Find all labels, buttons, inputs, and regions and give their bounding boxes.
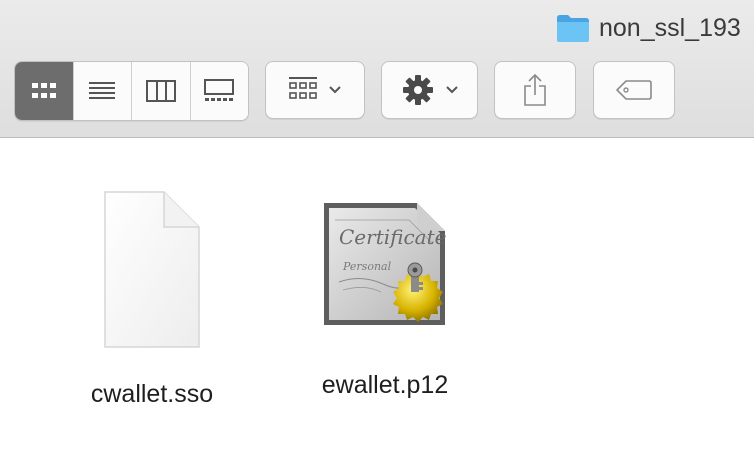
tag-icon bbox=[616, 80, 652, 100]
generic-document-icon bbox=[104, 191, 200, 348]
file-item[interactable]: cwallet.sso bbox=[62, 190, 242, 409]
file-name: ewallet.p12 bbox=[321, 371, 449, 399]
certificate-icon: Certificate Personal bbox=[324, 203, 446, 325]
gallery-view-button[interactable] bbox=[190, 62, 248, 120]
list-view-button[interactable] bbox=[73, 62, 132, 120]
group-grid-icon bbox=[289, 77, 317, 99]
toolbar: non_ssl_193 bbox=[0, 0, 754, 138]
view-mode-segmented-control bbox=[14, 61, 249, 121]
file-name: cwallet.sso bbox=[90, 380, 214, 408]
columns-icon bbox=[145, 80, 176, 102]
list-lines-icon bbox=[89, 82, 116, 99]
tags-button[interactable] bbox=[593, 61, 675, 119]
window-title: non_ssl_193 bbox=[556, 8, 741, 48]
certificate-subtitle-text: Personal bbox=[342, 260, 392, 273]
gallery-icon bbox=[204, 79, 235, 101]
folder-icon bbox=[557, 15, 589, 42]
file-item[interactable]: Certificate Personal ewallet.p12 bbox=[292, 200, 478, 400]
window-title-text: non_ssl_193 bbox=[599, 13, 741, 42]
finder-window: non_ssl_193 cwallet.sso Certificate Pers… bbox=[0, 0, 754, 461]
certificate-title-text: Certificate bbox=[339, 225, 446, 249]
action-button[interactable] bbox=[381, 61, 478, 119]
icon-view-button[interactable] bbox=[15, 62, 74, 120]
chevron-down-icon bbox=[329, 86, 341, 94]
group-by-button[interactable] bbox=[265, 61, 365, 119]
file-area: cwallet.sso Certificate Personal ewallet… bbox=[0, 138, 754, 461]
icon-grid-icon bbox=[31, 83, 56, 98]
chevron-down-icon bbox=[445, 86, 458, 94]
share-icon bbox=[524, 73, 546, 106]
gear-icon bbox=[402, 75, 433, 105]
column-view-button[interactable] bbox=[132, 62, 191, 120]
share-button[interactable] bbox=[494, 61, 576, 119]
